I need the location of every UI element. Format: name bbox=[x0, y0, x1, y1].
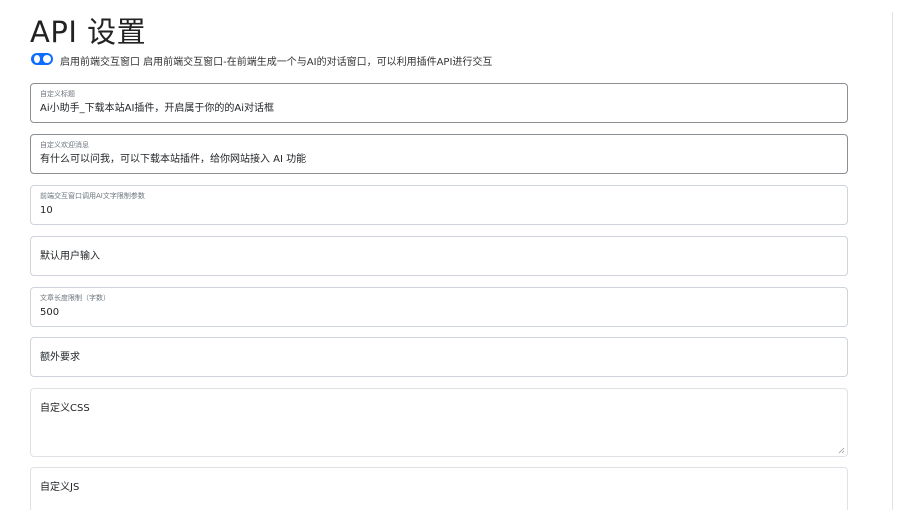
custom-css-placeholder: 自定义CSS bbox=[40, 403, 90, 414]
custom-title-label: 自定义标题 bbox=[40, 90, 75, 98]
ai-text-limit-field[interactable]: 前端交互窗口调用AI文字限制参数 10 bbox=[30, 185, 848, 225]
scrollbar-track[interactable] bbox=[892, 12, 893, 510]
extra-requirements-placeholder: 额外要求 bbox=[40, 352, 80, 363]
ai-text-limit-value[interactable]: 10 bbox=[40, 204, 53, 218]
api-settings-page: API 设置 启用前端交互窗口 启用前端交互窗口-在前端生成一个与AI的对话窗口… bbox=[0, 0, 915, 510]
extra-requirements-field[interactable]: 额外要求 bbox=[30, 337, 848, 377]
welcome-message-field[interactable]: 自定义欢迎消息 有什么可以问我，可以下载本站插件，给你网站接入 AI 功能 bbox=[30, 134, 848, 174]
custom-css-textarea[interactable]: 自定义CSS bbox=[30, 388, 848, 457]
custom-title-value[interactable]: Ai小助手_下载本站AI插件，开启属于你的的Ai对话框 bbox=[40, 102, 274, 116]
welcome-message-value[interactable]: 有什么可以问我，可以下载本站插件，给你网站接入 AI 功能 bbox=[40, 153, 306, 167]
custom-title-field[interactable]: 自定义标题 Ai小助手_下载本站AI插件，开启属于你的的Ai对话框 bbox=[30, 83, 848, 123]
toggle-on-icon bbox=[34, 55, 40, 63]
custom-js-placeholder: 自定义JS bbox=[40, 482, 80, 493]
default-user-input-placeholder: 默认用户输入 bbox=[40, 251, 100, 262]
default-user-input-field[interactable]: 默认用户输入 bbox=[30, 236, 848, 276]
custom-js-textarea[interactable]: 自定义JS bbox=[30, 467, 848, 510]
article-length-limit-label: 文章长度限制（字数） bbox=[40, 294, 110, 302]
toggle-knob bbox=[43, 55, 51, 63]
ai-text-limit-label: 前端交互窗口调用AI文字限制参数 bbox=[40, 192, 145, 200]
frontend-window-toggle-row: 启用前端交互窗口 启用前端交互窗口-在前端生成一个与AI的对话窗口，可以利用插件… bbox=[31, 52, 492, 70]
frontend-window-toggle-label: 启用前端交互窗口 启用前端交互窗口-在前端生成一个与AI的对话窗口，可以利用插件… bbox=[60, 57, 493, 68]
welcome-message-label: 自定义欢迎消息 bbox=[40, 141, 89, 149]
article-length-limit-field[interactable]: 文章长度限制（字数） 500 bbox=[30, 287, 848, 327]
page-title: API 设置 bbox=[30, 15, 147, 49]
article-length-limit-value[interactable]: 500 bbox=[40, 306, 59, 320]
resize-grip-icon[interactable] bbox=[838, 447, 845, 454]
frontend-window-toggle[interactable] bbox=[31, 53, 53, 65]
